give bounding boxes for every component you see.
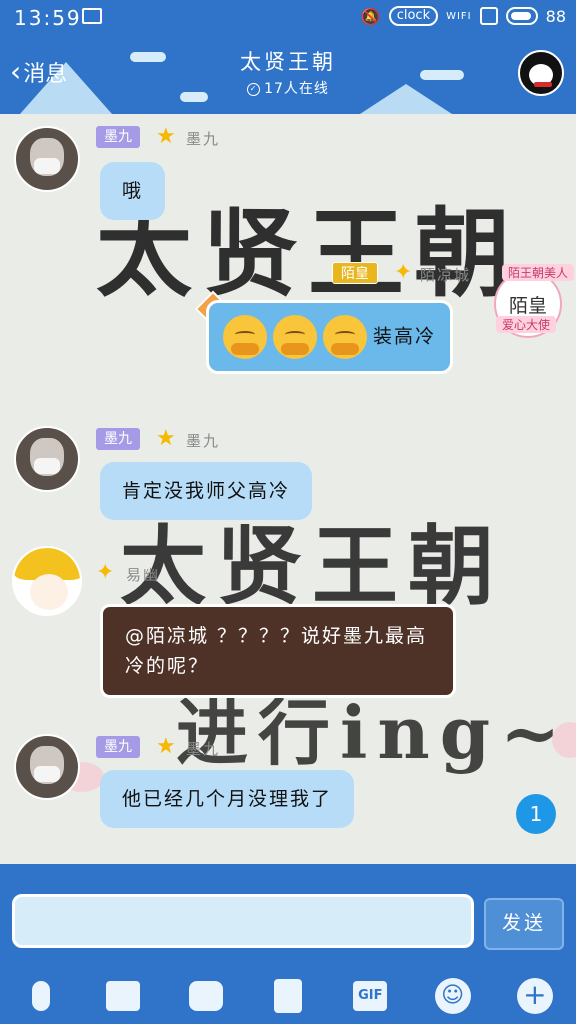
picture-icon[interactable] — [103, 976, 143, 1016]
avatar-role-tag: 爱心大使 — [496, 316, 557, 333]
message-bubble[interactable]: @陌凉城 ？？？？说好墨九最高冷的呢？ — [100, 604, 456, 698]
mic-shape — [32, 981, 51, 1011]
message-bubble[interactable]: 他已经几个月没理我了 — [100, 770, 355, 828]
status-right: 🔕 clock WIFI 88 — [361, 6, 566, 26]
message-bubble[interactable]: 肯定没我师父高冷 — [100, 462, 313, 520]
input-bar: 发送 GIF ☺ + — [0, 864, 576, 1024]
avatar-text: 陌皇 — [508, 295, 547, 317]
member-badge: 墨九 — [96, 736, 140, 758]
sender-name: 陌凉城 — [420, 266, 472, 284]
message-text: 装高冷 — [373, 325, 437, 348]
clock-badge: clock — [388, 6, 439, 26]
gif-icon[interactable]: GIF — [350, 976, 390, 1016]
picture-shape — [106, 981, 141, 1011]
camera-shape — [188, 981, 223, 1011]
avatar[interactable] — [14, 126, 80, 192]
member-badge: 陌皇 — [332, 262, 378, 284]
input-toolbar: GIF ☺ + — [0, 968, 576, 1024]
emoji-icon — [223, 315, 267, 359]
gif-shape: GIF — [353, 981, 388, 1011]
star-icon: ★ — [156, 124, 176, 149]
mute-icon: 🔕 — [360, 6, 381, 26]
emoji-icon — [273, 315, 317, 359]
message-bubble[interactable]: 装高冷 — [206, 300, 454, 374]
avatar[interactable] — [14, 734, 80, 800]
battery-icon — [505, 7, 538, 25]
avatar-face — [30, 574, 68, 610]
online-count-label: 17人在线 — [264, 81, 329, 97]
sender-name: 墨九 — [186, 740, 221, 758]
member-badge: 墨九 — [96, 126, 140, 148]
wifi-icon: WIFI — [446, 10, 472, 22]
avatar[interactable] — [14, 426, 80, 492]
star-icon: ★ — [156, 426, 176, 451]
message-input[interactable] — [12, 894, 474, 948]
group-avatar-penguin[interactable] — [518, 50, 564, 96]
sender-name: 易幽 — [126, 566, 161, 584]
plus-icon[interactable]: + — [515, 976, 555, 1016]
chat-area[interactable]: 太贤王朝 太贤王朝 进行ing~ 墨九 ★ 墨九 哦 陌皇 ✦ 陌凉城 陌皇 陌… — [0, 114, 576, 864]
plus-glyph: + — [523, 978, 547, 1011]
emoji-icon[interactable]: ☺ — [433, 976, 473, 1016]
star-icon: ✦ — [96, 560, 115, 585]
status-time: 13:59 — [14, 6, 82, 30]
emoji-shape: ☺ — [434, 978, 471, 1014]
sender-name: 墨九 — [186, 432, 221, 450]
avatar[interactable] — [12, 546, 82, 616]
camera-icon[interactable] — [186, 976, 226, 1016]
image-notification-icon — [82, 8, 102, 24]
battery-level: 88 — [545, 6, 566, 26]
sender-name: 墨九 — [186, 130, 221, 148]
chat-header: ‹ 消息 太贤王朝 ✓ 17人在线 — [0, 36, 576, 114]
recent-apps-icon — [479, 7, 498, 25]
status-bar: 13:59 🔕 clock WIFI 88 — [0, 0, 576, 36]
avatar-top-tag: 陌王朝美人 — [502, 264, 575, 281]
group-title[interactable]: 太贤王朝 — [0, 46, 576, 76]
send-button[interactable]: 发送 — [484, 898, 564, 950]
online-count: ✓ 17人在线 — [0, 78, 576, 98]
emoji-glyph: ☺ — [441, 983, 465, 1008]
plus-shape: + — [516, 978, 553, 1014]
red-packet-shape — [273, 979, 302, 1013]
star-icon: ★ — [156, 734, 176, 759]
member-badge: 墨九 — [96, 428, 140, 450]
star-icon: ✦ — [394, 260, 413, 285]
check-icon: ✓ — [247, 82, 261, 96]
message-bubble[interactable]: 哦 — [100, 162, 166, 220]
microphone-icon[interactable] — [21, 976, 61, 1016]
emoji-icon — [323, 315, 367, 359]
gif-label: GIF — [358, 988, 383, 1003]
red-packet-icon[interactable] — [268, 976, 308, 1016]
unread-count-badge[interactable]: 1 — [516, 794, 556, 834]
